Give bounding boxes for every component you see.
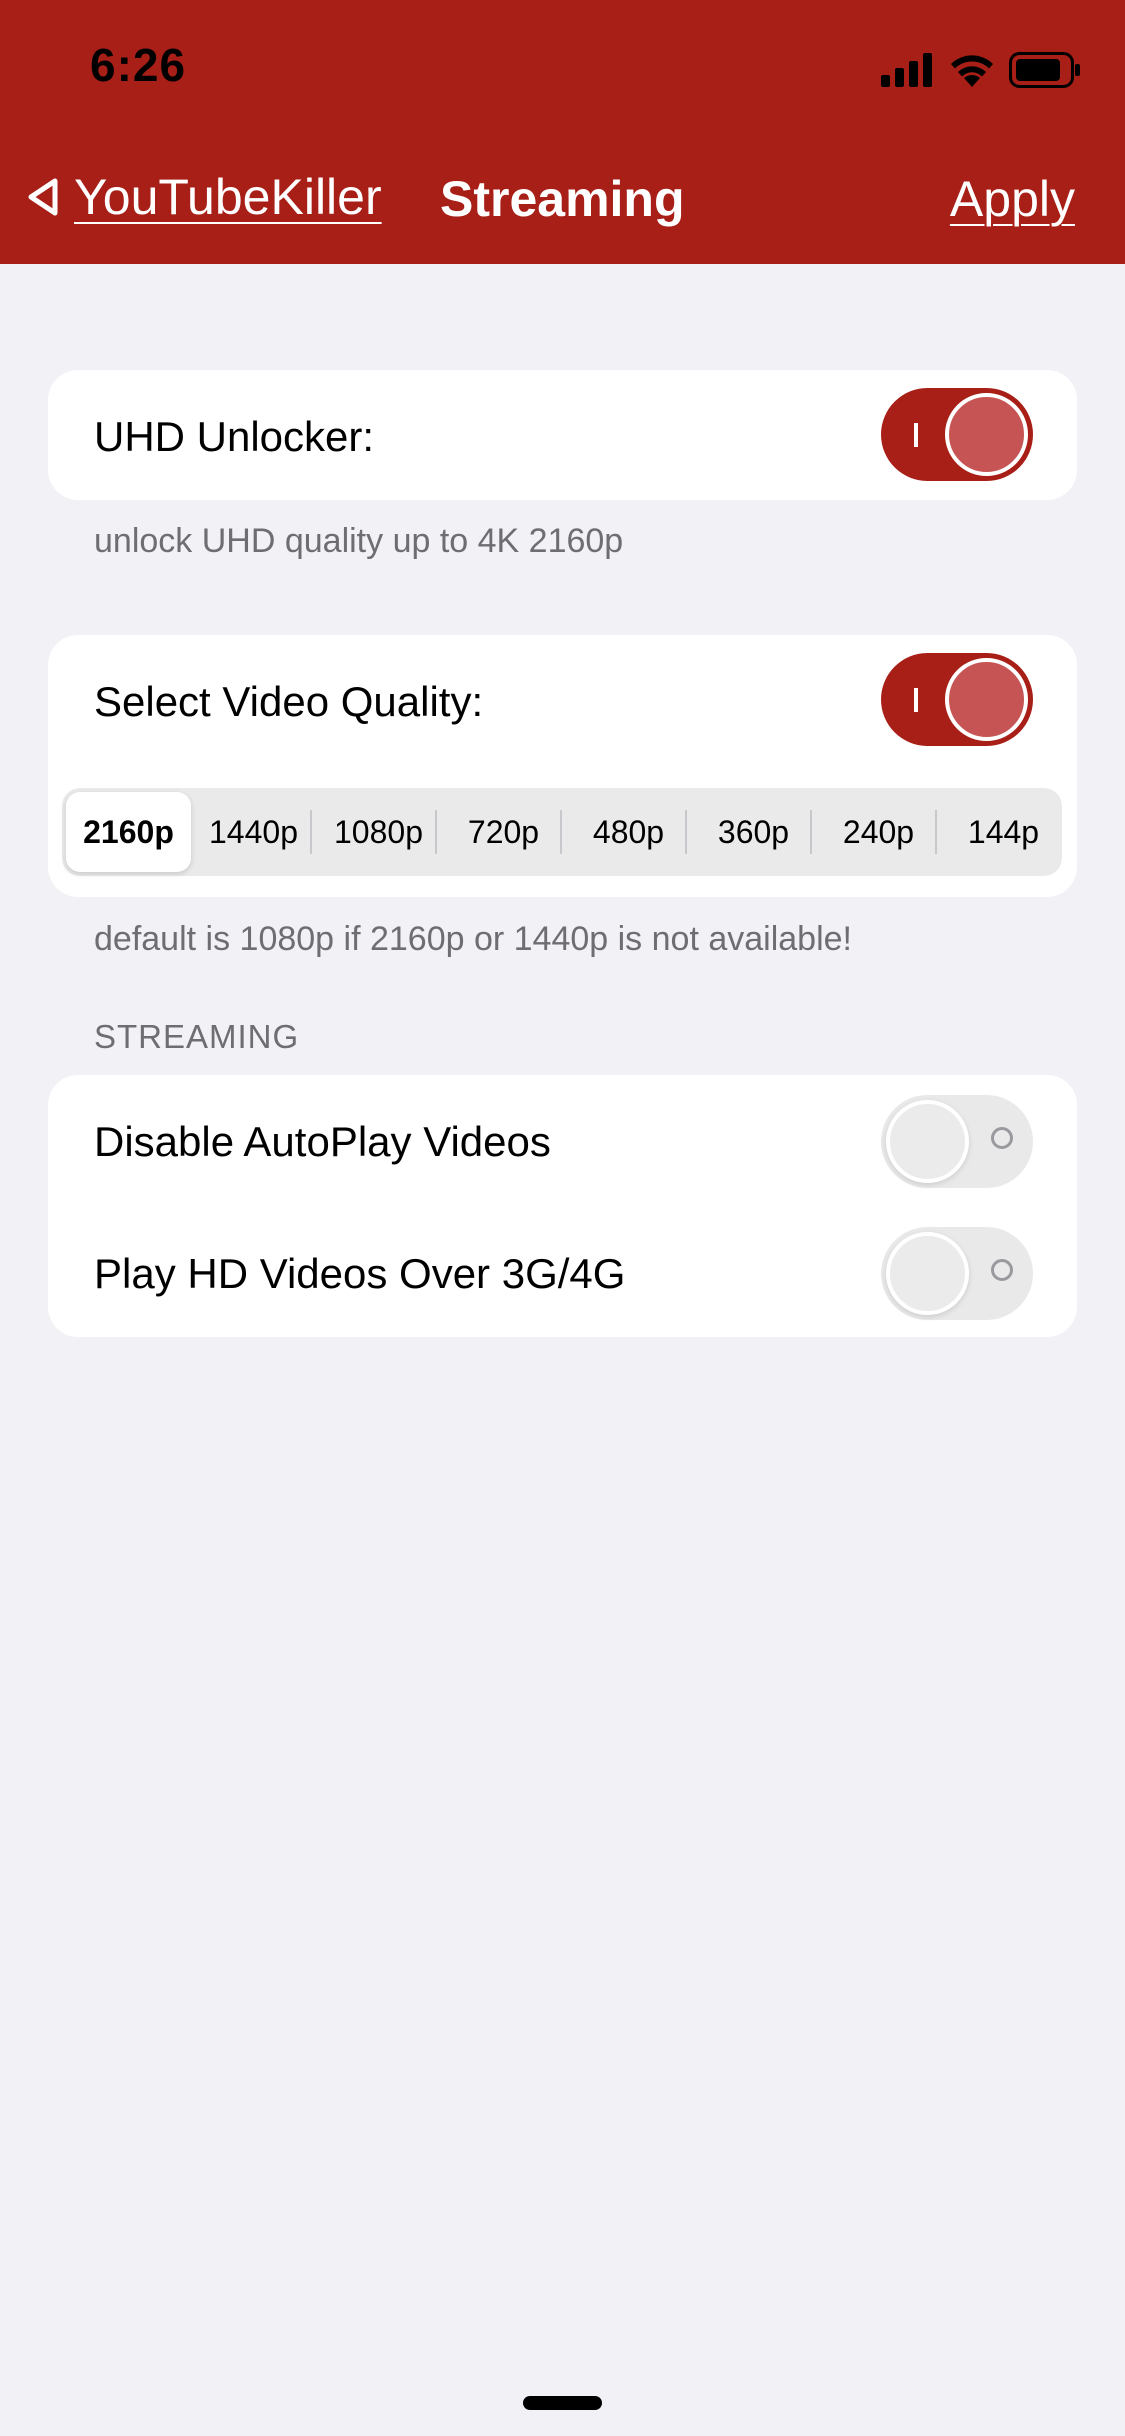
status-time: 6:26 [90,39,187,91]
segment-360p[interactable]: 360p [691,792,816,872]
toggle-on-mark [914,688,918,712]
segment-720p[interactable]: 720p [441,792,566,872]
disable-autoplay-label: Disable AutoPlay Videos [94,1118,551,1165]
segment-144p[interactable]: 144p [941,792,1066,872]
toggle-knob [886,1232,969,1315]
toggle-off-mark [991,1127,1013,1149]
toggle-knob [886,1100,969,1183]
uhd-unlocker-label: UHD Unlocker: [94,413,375,460]
page-title: Streaming [440,171,685,227]
back-button[interactable]: YouTubeKiller [24,168,382,226]
video-quality-label: Select Video Quality: [94,678,484,725]
segment-1440p[interactable]: 1440p [191,792,316,872]
toggle-on-mark [914,423,918,447]
back-button-label: YouTubeKiller [74,169,382,225]
segment-1080p[interactable]: 1080p [316,792,441,872]
segment-divider [310,810,312,854]
signal-icon [881,53,932,87]
segment-2160p[interactable]: 2160p [66,792,191,872]
status-icons [881,50,1081,90]
segment-divider [435,810,437,854]
home-indicator[interactable] [523,2396,602,2410]
disable-autoplay-toggle[interactable] [881,1095,1033,1188]
segment-480p[interactable]: 480p [566,792,691,872]
battery-icon [1009,52,1080,88]
toggle-knob [945,658,1028,741]
play-hd-toggle[interactable] [881,1227,1033,1320]
toggle-off-mark [991,1259,1013,1281]
video-quality-footnote: default is 1080p if 2160p or 1440p is no… [94,920,852,958]
back-chevron-icon [28,178,58,216]
toggle-knob [945,393,1028,476]
video-quality-card: Select Video Quality: 2160p 1440p 1080p … [48,635,1077,897]
navigation-header: 6:26 YouTubeKiller Streaming Apply [0,0,1125,264]
segment-240p[interactable]: 240p [816,792,941,872]
streaming-section-header: STREAMING [94,1018,300,1055]
segment-divider [685,810,687,854]
segment-divider [935,810,937,854]
uhd-unlocker-card: UHD Unlocker: [48,370,1077,500]
wifi-icon [951,55,993,87]
apply-button[interactable]: Apply [950,170,1075,228]
streaming-card: Disable AutoPlay Videos Play HD Videos O… [48,1075,1077,1337]
uhd-unlocker-footnote: unlock UHD quality up to 4K 2160p [94,522,624,560]
video-quality-toggle[interactable] [881,653,1033,746]
segment-divider [810,810,812,854]
uhd-unlocker-toggle[interactable] [881,388,1033,481]
quality-segmented-control: 2160p 1440p 1080p 720p 480p 360p 240p 14… [62,788,1062,876]
play-hd-label: Play HD Videos Over 3G/4G [94,1250,626,1297]
segment-divider [560,810,562,854]
